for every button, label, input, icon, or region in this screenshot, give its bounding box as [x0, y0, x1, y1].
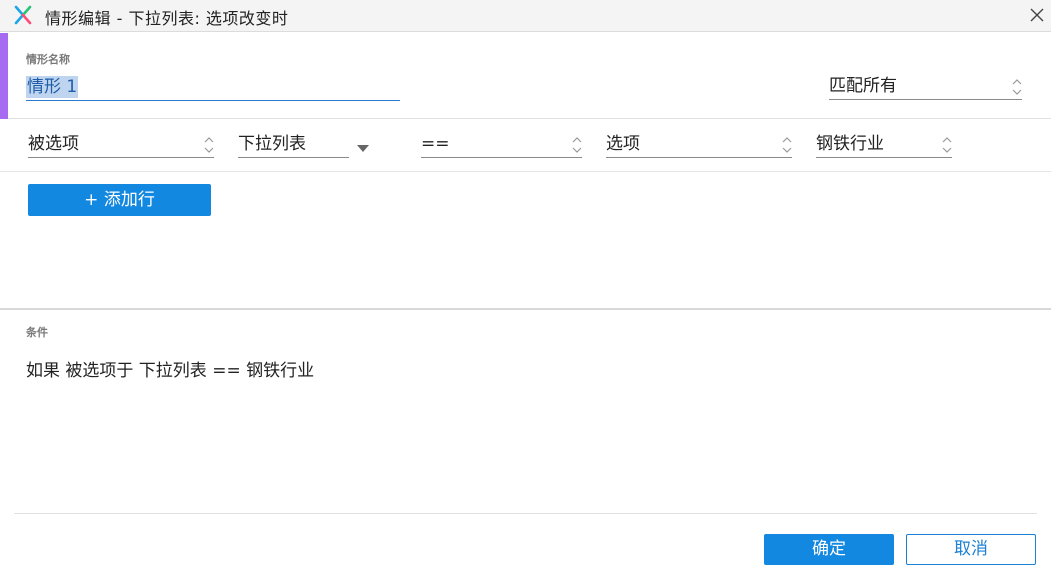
- updown-arrows-icon: [782, 137, 792, 153]
- target-value: 下拉列表: [238, 134, 306, 154]
- condition-row: 被选项 下拉列表 == 选项 钢铁行业: [0, 120, 1051, 172]
- subject-select[interactable]: 被选项: [28, 131, 214, 158]
- case-name-section: 情形名称 情形 1 匹配所有: [0, 33, 1051, 119]
- case-name-label: 情形名称: [26, 53, 70, 66]
- chevron-down-icon[interactable]: [357, 145, 369, 153]
- match-mode-select[interactable]: 匹配所有: [829, 73, 1022, 100]
- value-select[interactable]: 钢铁行业: [816, 131, 952, 158]
- condition-summary: 如果 被选项于 下拉列表 == 钢铁行业: [26, 361, 315, 381]
- updown-arrows-icon: [204, 137, 214, 153]
- updown-arrows-icon: [1012, 79, 1022, 95]
- case-name-input[interactable]: 情形 1: [26, 73, 400, 101]
- operator-value: ==: [421, 134, 450, 154]
- accent-bar: [0, 33, 8, 119]
- value-value: 钢铁行业: [816, 134, 884, 154]
- case-name-value: 情形 1: [26, 76, 79, 98]
- subject-value: 被选项: [28, 134, 79, 154]
- match-mode-value: 匹配所有: [829, 76, 897, 96]
- operator-select[interactable]: ==: [421, 131, 582, 158]
- cancel-button[interactable]: 取消: [906, 534, 1036, 565]
- value-type-select[interactable]: 选项: [606, 131, 792, 158]
- ok-button[interactable]: 确定: [764, 534, 894, 565]
- updown-arrows-icon: [572, 137, 582, 153]
- value-type-value: 选项: [606, 134, 640, 154]
- target-dropdown[interactable]: 下拉列表: [238, 131, 349, 158]
- add-row-button[interactable]: + 添加行: [28, 184, 211, 216]
- footer-divider: [14, 513, 1037, 514]
- title-bar: 情形编辑 - 下拉列表: 选项改变时: [0, 0, 1051, 32]
- window-title: 情形编辑 - 下拉列表: 选项改变时: [45, 9, 289, 28]
- axure-logo-icon: [14, 5, 32, 25]
- updown-arrows-icon: [942, 137, 952, 153]
- close-icon[interactable]: [1028, 6, 1046, 24]
- section-divider: [0, 308, 1051, 310]
- condition-label: 条件: [26, 326, 48, 339]
